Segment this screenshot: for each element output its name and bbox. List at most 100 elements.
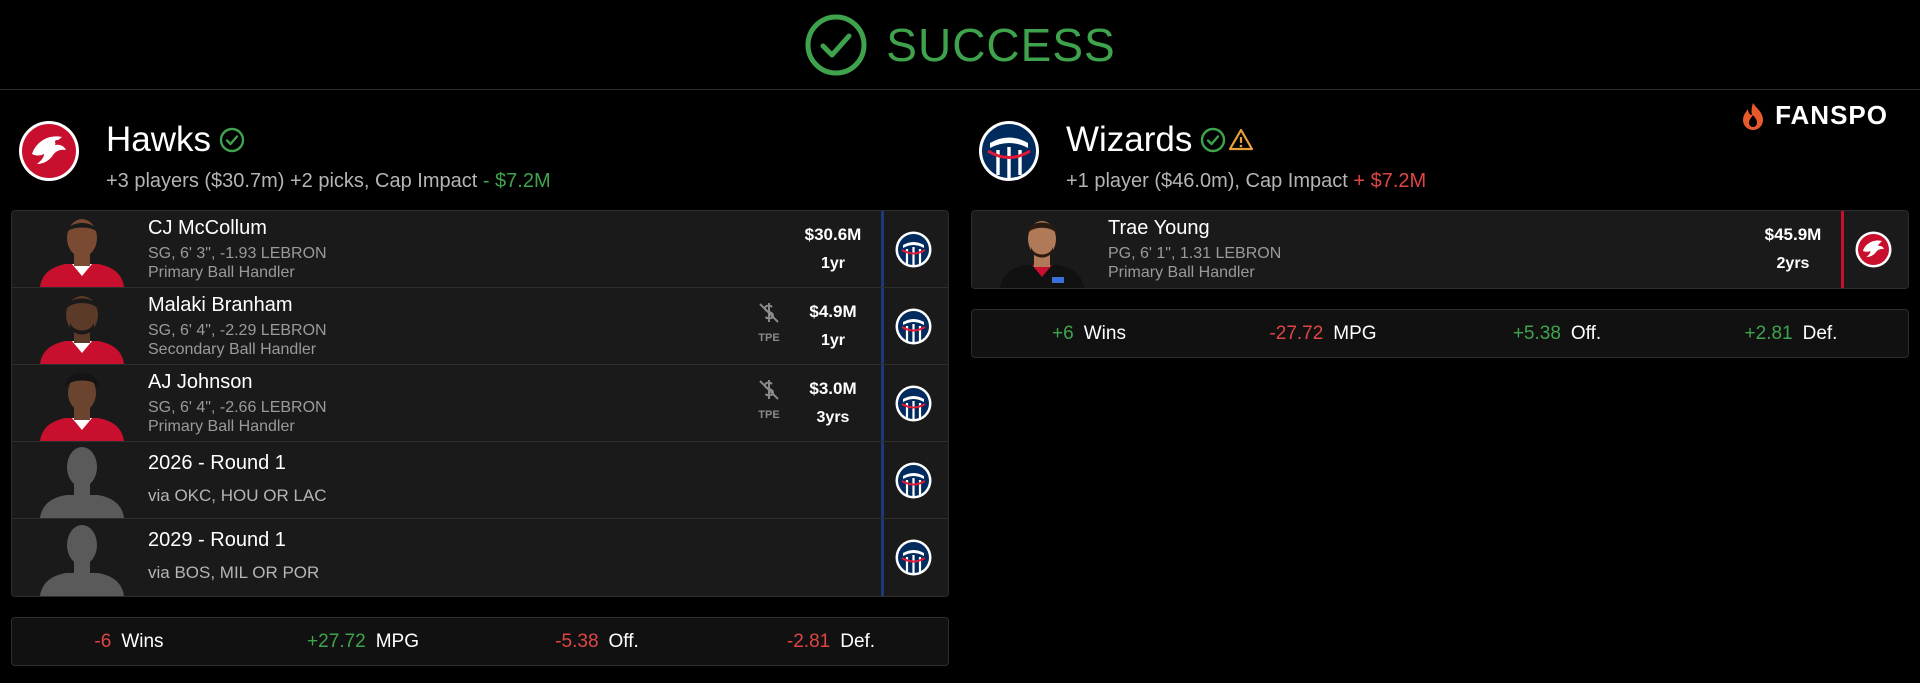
player-row[interactable]: CJ McCollum SG, 6' 3", -1.93 LEBRON Prim… bbox=[12, 211, 948, 288]
player-name[interactable]: AJ Johnson bbox=[148, 371, 253, 394]
player-row[interactable]: Trae Young PG, 6' 1", 1.31 LEBRON Primar… bbox=[972, 211, 1908, 288]
silhouette-icon bbox=[40, 447, 124, 518]
banner-title: SUCCESS bbox=[886, 18, 1116, 71]
wizards-panel: Wizards +1 player ($46.0m), Cap Impact +… bbox=[971, 118, 1909, 358]
wizards-logo-icon bbox=[979, 121, 1039, 181]
player-row[interactable]: Malaki Branham SG, 6' 4", -2.29 LEBRON S… bbox=[12, 288, 948, 365]
stat-value: +6 bbox=[1052, 322, 1074, 344]
player-name[interactable]: CJ McCollum bbox=[148, 217, 267, 240]
team-name-label: Wizards bbox=[1066, 120, 1193, 159]
summary-text: +1 player ($46.0m), Cap Impact bbox=[1066, 170, 1354, 192]
player-info: SG, 6' 4", -2.29 LEBRON Secondary Ball H… bbox=[148, 321, 327, 359]
player-role: Secondary Ball Handler bbox=[148, 341, 317, 358]
team-header: Hawks +3 players ($30.7m) +2 picks, Cap … bbox=[11, 118, 949, 210]
draft-pick-row[interactable]: 2026 - Round 1 via OKC, HOU OR LAC bbox=[12, 442, 948, 519]
player-info: SG, 6' 4", -2.66 LEBRON Primary Ball Han… bbox=[148, 398, 327, 436]
hawks-logo-icon bbox=[19, 121, 79, 181]
stat-value: +5.38 bbox=[1512, 322, 1561, 344]
wizards-logo-icon bbox=[895, 462, 932, 499]
verified-check-icon bbox=[219, 127, 245, 153]
warning-icon[interactable] bbox=[1228, 127, 1254, 153]
destination-bar bbox=[881, 365, 884, 441]
contract-years: 1yr bbox=[820, 255, 846, 272]
stat-label: Wins bbox=[1083, 322, 1126, 344]
pick-via: via OKC, HOU OR LAC bbox=[148, 486, 327, 505]
contract-years: 3yrs bbox=[816, 409, 850, 426]
player-headshot bbox=[40, 219, 124, 287]
team-summary: +3 players ($30.7m) +2 picks, Cap Impact… bbox=[106, 170, 949, 193]
verified-check-icon bbox=[1201, 127, 1226, 153]
hawks-panel: Hawks +3 players ($30.7m) +2 picks, Cap … bbox=[11, 118, 949, 666]
stat-label: Def. bbox=[840, 630, 876, 652]
player-info: PG, 6' 1", 1.31 LEBRON Primary Ball Hand… bbox=[1108, 244, 1281, 282]
destination-bar bbox=[881, 211, 884, 287]
pick-via: via BOS, MIL OR POR bbox=[148, 563, 320, 582]
contract-info: $3.0M 3yrs bbox=[788, 379, 878, 427]
contract-years: 2yrs bbox=[1776, 255, 1810, 272]
stat-wins: +6 Wins bbox=[972, 323, 1206, 345]
player-info: SG, 6' 3", -1.93 LEBRON Primary Ball Han… bbox=[148, 244, 327, 282]
wizards-logo-icon bbox=[895, 231, 932, 268]
contract-info: $45.9M 2yrs bbox=[1748, 225, 1838, 273]
player-position-height-lebron: SG, 6' 4", -2.29 LEBRON bbox=[148, 322, 327, 339]
tpe-indicator: TPE bbox=[752, 377, 786, 421]
stat-mpg: +27.72 MPG bbox=[246, 631, 480, 653]
contract-salary: $30.6M bbox=[804, 225, 862, 244]
player-headshot bbox=[1000, 221, 1084, 288]
team-summary: +1 player ($46.0m), Cap Impact + $7.2M bbox=[1066, 170, 1909, 193]
player-position-height-lebron: PG, 6' 1", 1.31 LEBRON bbox=[1108, 245, 1282, 262]
stat-label: MPG bbox=[1333, 322, 1377, 344]
player-name[interactable]: Malaki Branham bbox=[148, 294, 293, 317]
stat-label: Off. bbox=[1570, 322, 1602, 344]
stat-off: +5.38 Off. bbox=[1440, 323, 1674, 345]
stat-def: -2.81 Def. bbox=[714, 631, 948, 653]
contract-salary: $45.9M bbox=[1764, 225, 1822, 244]
stat-wins: -6 Wins bbox=[12, 631, 246, 653]
success-banner: SUCCESS bbox=[0, 0, 1920, 90]
stat-value: -27.72 bbox=[1269, 322, 1324, 344]
tpe-indicator: TPE bbox=[752, 300, 786, 344]
team-header: Wizards +1 player ($46.0m), Cap Impact +… bbox=[971, 118, 1909, 210]
draft-pick-row[interactable]: 2029 - Round 1 via BOS, MIL OR POR bbox=[12, 519, 948, 596]
player-name[interactable]: Trae Young bbox=[1108, 217, 1210, 240]
silhouette-icon bbox=[40, 525, 124, 596]
destination-bar bbox=[881, 288, 884, 364]
stat-label: Off. bbox=[608, 630, 639, 652]
stat-value: +27.72 bbox=[307, 630, 366, 652]
outgoing-assets-list: Trae Young PG, 6' 1", 1.31 LEBRON Primar… bbox=[971, 210, 1909, 289]
stat-mpg: -27.72 MPG bbox=[1206, 323, 1440, 345]
stat-value: -5.38 bbox=[555, 630, 599, 652]
stat-label: Wins bbox=[121, 630, 164, 652]
pick-name: 2029 - Round 1 bbox=[148, 529, 286, 551]
destination-bar bbox=[1841, 211, 1844, 288]
wizards-logo-icon bbox=[895, 308, 932, 345]
player-headshot bbox=[40, 296, 124, 364]
no-dollar-icon bbox=[759, 380, 779, 400]
stat-value: +2.81 bbox=[1744, 322, 1793, 344]
stat-def: +2.81 Def. bbox=[1674, 323, 1908, 345]
stat-label: MPG bbox=[375, 630, 419, 652]
pick-name: 2026 - Round 1 bbox=[148, 452, 286, 474]
wizards-logo-icon bbox=[895, 385, 932, 422]
success-check-icon bbox=[805, 14, 867, 75]
wizards-logo-icon bbox=[895, 539, 932, 576]
summary-text: +3 players ($30.7m) +2 picks, Cap Impact bbox=[106, 170, 483, 192]
player-position-height-lebron: SG, 6' 3", -1.93 LEBRON bbox=[148, 245, 327, 262]
player-headshot bbox=[40, 373, 124, 441]
stat-label: Def. bbox=[1802, 322, 1838, 344]
stat-off: -5.38 Off. bbox=[480, 631, 714, 653]
team-stats-bar: -6 Wins +27.72 MPG -5.38 Off. -2.81 Def. bbox=[11, 617, 949, 666]
cap-impact-value: + $7.2M bbox=[1353, 170, 1427, 192]
destination-bar bbox=[881, 519, 884, 596]
player-role: Primary Ball Handler bbox=[148, 264, 295, 281]
stat-value: -6 bbox=[94, 630, 112, 652]
no-dollar-icon bbox=[759, 303, 779, 323]
cap-impact-value: - $7.2M bbox=[482, 170, 551, 192]
tpe-label: TPE bbox=[758, 409, 780, 421]
player-row[interactable]: AJ Johnson SG, 6' 4", -2.66 LEBRON Prima… bbox=[12, 365, 948, 442]
player-role: Primary Ball Handler bbox=[148, 418, 295, 435]
outgoing-assets-list: CJ McCollum SG, 6' 3", -1.93 LEBRON Prim… bbox=[11, 210, 949, 597]
contract-info: $4.9M 1yr bbox=[788, 302, 878, 350]
contract-years: 1yr bbox=[820, 332, 846, 349]
team-name: Wizards bbox=[1066, 118, 1909, 162]
